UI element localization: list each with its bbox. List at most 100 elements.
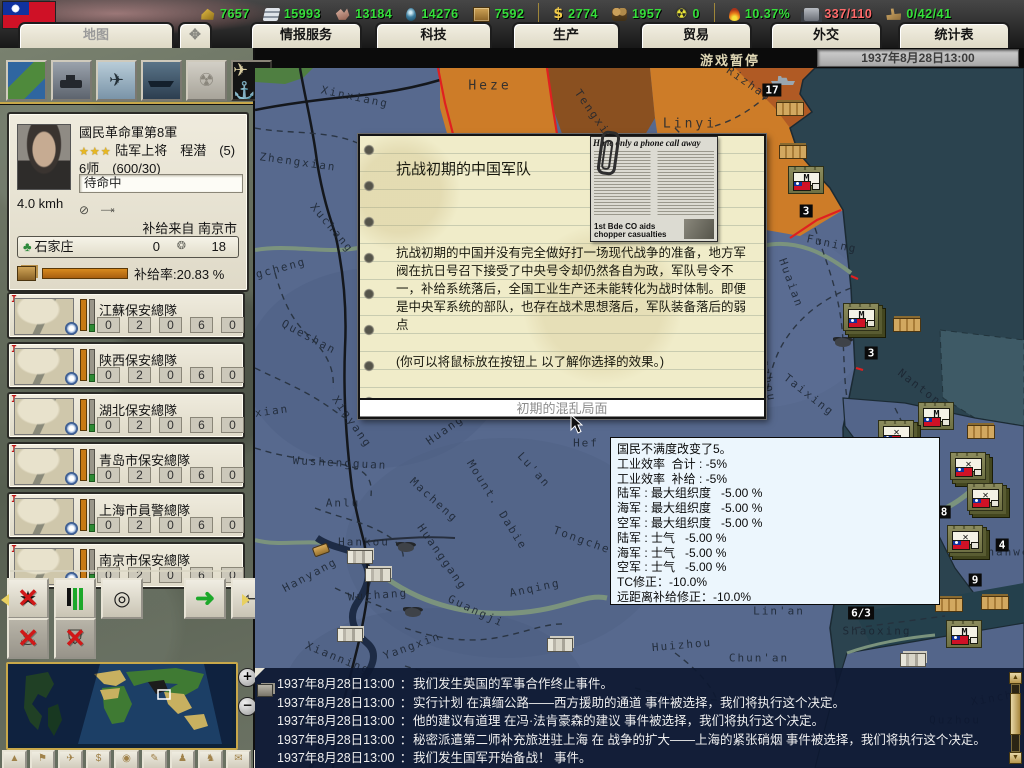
disband-button[interactable]: ★✕ bbox=[7, 578, 49, 619]
main-tab-bar: 地图 ✥ 情报服务 科技 生产 贸易 外交 统计表 bbox=[0, 22, 1024, 48]
nuclear-filter-button[interactable]: ☢ bbox=[186, 60, 227, 101]
supply-mapmode-button[interactable]: ✉ bbox=[226, 750, 251, 768]
division-stats: 0 2 0 6 0 bbox=[97, 317, 244, 333]
resource-icon bbox=[262, 8, 280, 21]
stat-value: 2 bbox=[128, 317, 151, 333]
supply-rate-row: 补给率:20.83 % bbox=[17, 264, 224, 283]
province-number-chip: 17 bbox=[762, 84, 781, 97]
air-units-filter-button[interactable]: ✈ bbox=[96, 60, 137, 101]
tooltip-line: 陆军 : 士气 -5.00 % bbox=[617, 531, 939, 546]
unit-counter[interactable]: x x x ✕ bbox=[967, 483, 1003, 511]
manpower-mapmode-button[interactable]: ♟ bbox=[170, 750, 195, 768]
main-tab[interactable]: 科技 bbox=[375, 22, 492, 49]
scorched-earth-button[interactable]: ♨✕ bbox=[7, 618, 49, 659]
scroll-left-arrow[interactable] bbox=[1, 594, 9, 606]
land-units-filter-button[interactable] bbox=[51, 60, 92, 101]
terrain-mapmode-button[interactable]: ▲ bbox=[2, 750, 27, 768]
stat-value: 0 bbox=[221, 317, 244, 333]
tooltip-line: 陆军 : 最大组织度 -5.00 % bbox=[617, 486, 939, 501]
scroll-track[interactable] bbox=[1011, 684, 1020, 752]
unit-counter[interactable]: x x x M bbox=[788, 166, 824, 194]
kmt-sun-icon bbox=[65, 522, 78, 535]
unit-counter[interactable]: x x x ✕ bbox=[947, 525, 983, 553]
reinforce-button[interactable] bbox=[54, 578, 96, 619]
stat-value: 2 bbox=[128, 467, 151, 483]
stat-value: 6 bbox=[190, 467, 213, 483]
flag-sun-icon bbox=[11, 4, 20, 13]
scroll-right-arrow[interactable] bbox=[242, 594, 250, 606]
main-tab[interactable]: 地图 bbox=[18, 22, 174, 49]
economy-mapmode-button[interactable]: $ bbox=[86, 750, 111, 768]
objective-button[interactable]: ◎ bbox=[101, 578, 143, 619]
tooltip-line: 远距离补给修正：-10.0% bbox=[617, 590, 939, 605]
upgrade-button[interactable]: ➜ bbox=[184, 578, 226, 619]
kmt-sun-icon bbox=[65, 422, 78, 435]
unit-counter[interactable]: x x x M bbox=[918, 402, 954, 430]
stat-value: 0 bbox=[221, 517, 244, 533]
resource-mapmode-button[interactable]: ◉ bbox=[114, 750, 139, 768]
date-display: 1937年8月28日13:00 bbox=[817, 49, 1019, 67]
unit-counter[interactable]: x x x ✕ bbox=[950, 452, 986, 480]
air-mission-cancel-button[interactable]: ⛉✕ bbox=[54, 618, 96, 659]
map-europe-filter-button[interactable] bbox=[6, 60, 47, 101]
main-tab[interactable]: 贸易 bbox=[640, 22, 752, 49]
division-list-item[interactable]: I 陕西保安總隊 0 2 0 6 0 bbox=[7, 342, 245, 389]
log-colon: ： bbox=[399, 675, 413, 694]
minimap[interactable] bbox=[6, 662, 238, 750]
province-number-chip: 3 bbox=[800, 205, 813, 218]
resource-value: 14276 bbox=[421, 7, 458, 21]
stat-value: 6 bbox=[190, 417, 213, 433]
log-entry: 1937年8月28日13:00 ： 我们发生国军开始备战！ 事件。 bbox=[277, 749, 987, 768]
cavalry-mapmode-button[interactable]: ♞ bbox=[198, 750, 223, 768]
resource-item: 7657 bbox=[200, 7, 250, 21]
unit-action-buttons-row1: ★✕ ◎ ➜ ⇿ bbox=[7, 578, 273, 619]
main-tab[interactable]: 情报服务 bbox=[250, 22, 362, 49]
location-value-right: 18 bbox=[212, 237, 226, 256]
resource-value: 0 bbox=[692, 7, 699, 21]
political-mapmode-button[interactable]: ⚑ bbox=[30, 750, 55, 768]
province-label: Hef bbox=[573, 437, 599, 450]
main-tab[interactable]: 统计表 bbox=[898, 22, 1010, 49]
event-choice-button[interactable]: 初期的混乱局面 bbox=[360, 398, 764, 417]
division-list-item[interactable]: I 江蘇保安總隊 0 2 0 6 0 bbox=[7, 292, 245, 339]
weather-mapmode-button[interactable]: ✎ bbox=[142, 750, 167, 768]
scroll-up-button[interactable]: ▲ bbox=[1009, 672, 1022, 684]
stat-value: 0 bbox=[97, 367, 120, 383]
division-list-item[interactable]: I 青岛市保安總隊 0 2 0 6 0 bbox=[7, 442, 245, 489]
province-label: Shaoxing bbox=[843, 625, 912, 638]
infra-mapmode-button[interactable]: ✈ bbox=[58, 750, 83, 768]
division-list-item[interactable]: I 湖北保安總隊 0 2 0 6 0 bbox=[7, 392, 245, 439]
division-list-item[interactable]: I 上海市員警總隊 0 2 0 6 0 bbox=[7, 492, 245, 539]
resource-icon bbox=[200, 8, 215, 21]
red-x-icon: ✕ bbox=[9, 580, 47, 617]
map-sprite bbox=[347, 550, 373, 564]
unit-counter[interactable]: x x x M bbox=[843, 303, 879, 331]
resource-value: 10.37% bbox=[745, 7, 790, 21]
map-sprite bbox=[547, 638, 573, 652]
stat-value: 0 bbox=[159, 317, 182, 333]
unit-mini-icons: ⊘ 🝐 bbox=[79, 196, 119, 221]
stat-value: 0 bbox=[97, 317, 120, 333]
log-text: 秘密派遣第二师补充旅进驻上海 在 战争的扩大——上海的紧张硝烟 事件被选择，我们… bbox=[413, 731, 986, 750]
top-resource-bar: 7657 15993 13184 14276 bbox=[0, 0, 1024, 48]
resource-item: $ 2774 bbox=[553, 6, 598, 22]
tooltip-line: 工业效率 补给 : -5% bbox=[617, 472, 939, 487]
naval-units-filter-button[interactable] bbox=[141, 60, 182, 101]
scroll-thumb[interactable] bbox=[1010, 693, 1021, 735]
location-box[interactable]: ♣石家庄 0 ❂ 18 bbox=[17, 236, 239, 258]
supply-progress-bar bbox=[42, 268, 128, 279]
tooltip-line: 国民不满度改变了5。 bbox=[617, 442, 939, 457]
event-title: 抗战初期的中国军队 bbox=[396, 158, 531, 179]
map-sprite bbox=[900, 653, 926, 667]
tooltip-line: TC修正：-10.0% bbox=[617, 575, 939, 590]
unit-counter[interactable]: x x x M bbox=[946, 620, 982, 648]
tooltip-line: 空军 : 士气 -5.00 % bbox=[617, 560, 939, 575]
paper-holes-decor bbox=[362, 142, 378, 410]
main-tab[interactable]: 外交 bbox=[770, 22, 882, 49]
main-tab[interactable]: ✥ bbox=[178, 22, 212, 49]
nuke-icon: ☢ bbox=[188, 62, 225, 99]
scroll-down-button[interactable]: ▼ bbox=[1009, 752, 1022, 764]
rank-stars-icon: ★★★ bbox=[79, 146, 112, 158]
main-tab[interactable]: 生产 bbox=[512, 22, 620, 49]
location-value-left: 0 bbox=[153, 237, 160, 256]
